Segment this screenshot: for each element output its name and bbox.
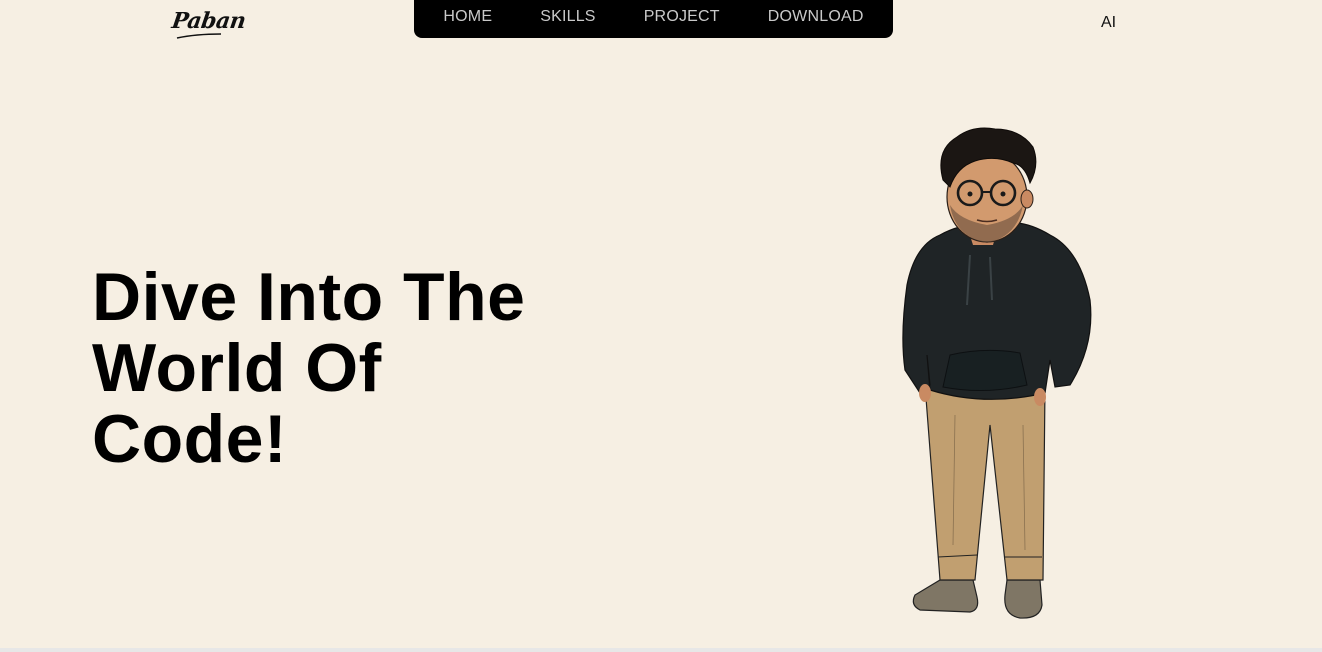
logo-underline-icon [176,33,222,39]
developer-avatar-icon [902,127,1092,619]
ai-link[interactable]: AI [1101,14,1116,32]
nav-download[interactable]: DOWNLOAD [768,8,864,26]
page: Paban HOME SKILLS PROJECT DOWNLOAD AI Di… [0,0,1322,652]
logo[interactable]: Paban [170,8,247,34]
nav-project[interactable]: PROJECT [644,8,720,26]
nav-home[interactable]: HOME [443,8,492,26]
nav-skills[interactable]: SKILLS [540,8,595,26]
hero-title: Dive Into The World Of Code! [92,259,526,477]
page-bottom-divider [0,648,1322,652]
main-navbar: HOME SKILLS PROJECT DOWNLOAD [414,0,893,38]
